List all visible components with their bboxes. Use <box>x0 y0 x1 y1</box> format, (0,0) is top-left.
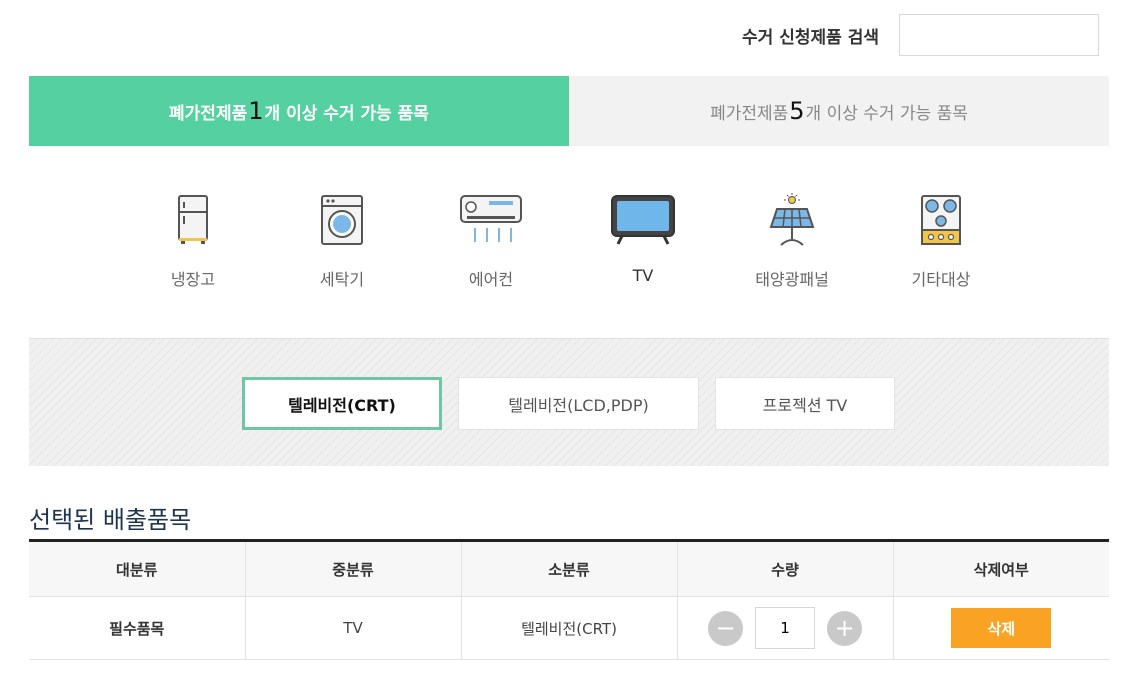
subcategory-lcd-pdp[interactable]: 텔레비전(LCD,PDP) <box>458 377 699 430</box>
tv-icon <box>583 188 703 252</box>
cell-major: 필수품목 <box>29 596 246 660</box>
cell-minor: 텔레비전(CRT) <box>461 596 678 660</box>
tab-count: 1 <box>248 97 264 125</box>
tab-collect-5-plus[interactable]: 폐가전제품 5 개 이상 수거 가능 품목 <box>569 76 1109 146</box>
category-label: 에어컨 <box>468 270 514 289</box>
subcategory-panel: 텔레비전(CRT) 텔레비전(LCD,PDP) 프로젝션 TV <box>29 338 1109 466</box>
category-other[interactable]: 기타대상 <box>881 188 1001 290</box>
selected-items-table: 대분류 중분류 소분류 수량 삭제여부 필수품목 TV 텔레비전(CRT) − … <box>29 539 1109 660</box>
category-air-conditioner[interactable]: 에어컨 <box>431 188 551 290</box>
tab-suffix: 개 이상 수거 가능 품목 <box>264 103 429 124</box>
category-label: 냉장고 <box>170 270 216 289</box>
header-middle: 중분류 <box>245 539 462 597</box>
cell-delete: 삭제 <box>893 596 1109 660</box>
header-quantity: 수량 <box>677 539 894 597</box>
tab-count: 5 <box>789 97 805 125</box>
tab-collect-1-plus[interactable]: 폐가전제품 1 개 이상 수거 가능 품목 <box>29 76 569 146</box>
header-major: 대분류 <box>29 539 246 597</box>
category-list: 냉장고 세탁기 에어컨 TV 태양광패널 기타대상 <box>29 188 1109 298</box>
solar-panel-icon <box>732 188 852 252</box>
category-label: 태양광패널 <box>755 270 829 289</box>
subcategory-crt[interactable]: 텔레비전(CRT) <box>242 377 442 430</box>
tab-prefix: 폐가전제품 <box>169 103 248 124</box>
search-input[interactable] <box>899 14 1099 56</box>
quantity-input[interactable] <box>755 607 815 649</box>
plus-button[interactable]: + <box>827 610 862 646</box>
header-minor: 소분류 <box>461 539 678 597</box>
category-washing-machine[interactable]: 세탁기 <box>282 188 402 290</box>
quantity-stepper: − + <box>678 607 893 649</box>
refrigerator-icon <box>133 188 253 252</box>
table-header-row: 대분류 중분류 소분류 수량 삭제여부 <box>29 539 1109 597</box>
table-row: 필수품목 TV 텔레비전(CRT) − + 삭제 <box>29 596 1109 660</box>
tab-bar: 폐가전제품 1 개 이상 수거 가능 품목 폐가전제품 5 개 이상 수거 가능… <box>29 76 1109 146</box>
category-label: 세탁기 <box>319 270 365 289</box>
tab-suffix: 개 이상 수거 가능 품목 <box>805 103 968 124</box>
category-refrigerator[interactable]: 냉장고 <box>133 188 253 290</box>
subcategory-projection[interactable]: 프로젝션 TV <box>715 377 895 430</box>
category-label: TV <box>624 266 661 288</box>
cell-quantity: − + <box>677 596 894 660</box>
section-title: 선택된 배출품목 <box>29 506 192 534</box>
header-delete: 삭제여부 <box>893 539 1109 597</box>
tab-prefix: 폐가전제품 <box>710 103 789 124</box>
washing-machine-icon <box>282 188 402 252</box>
air-conditioner-icon <box>431 188 551 252</box>
category-solar-panel[interactable]: 태양광패널 <box>732 188 852 290</box>
search-row: 수거 신청제품 검색 <box>742 14 1099 56</box>
category-tv[interactable]: TV <box>583 188 703 288</box>
stove-icon <box>881 188 1001 252</box>
minus-button[interactable]: − <box>708 610 743 646</box>
cell-middle: TV <box>245 596 462 660</box>
search-label: 수거 신청제품 검색 <box>742 27 879 48</box>
delete-button[interactable]: 삭제 <box>951 608 1052 648</box>
category-label: 기타대상 <box>911 270 971 289</box>
